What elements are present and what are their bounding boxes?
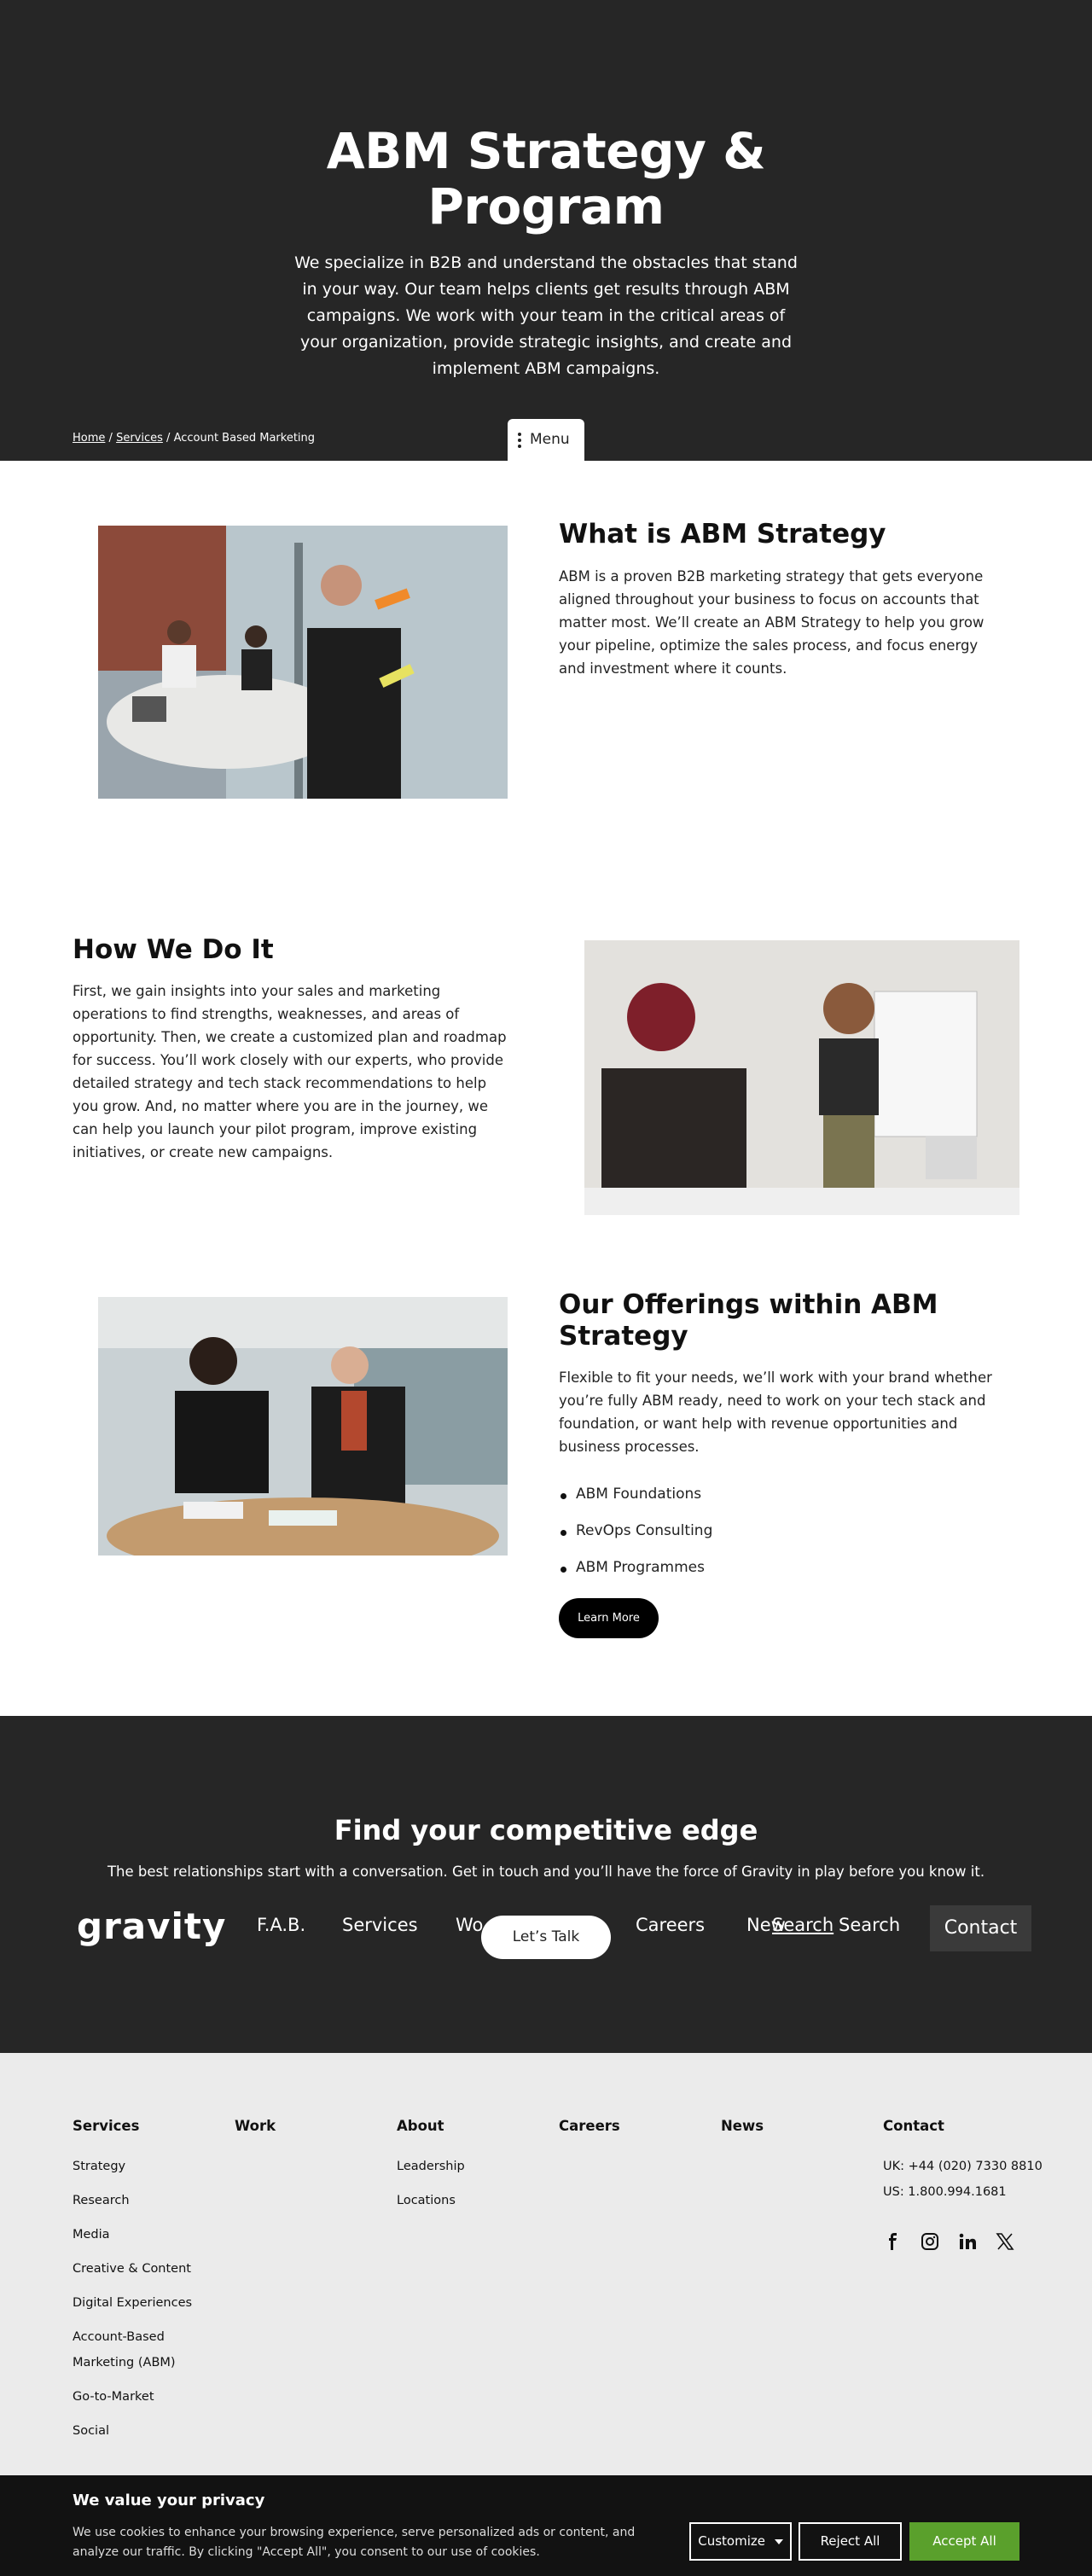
team-celebration-photo [98,1297,508,1555]
footer-heading[interactable]: Work [235,2118,276,2134]
phone-uk[interactable]: UK: +44 (020) 7330 8810 [883,2154,1071,2179]
menu-button[interactable]: Menu [508,419,584,461]
footer-heading[interactable]: About [397,2118,465,2134]
footer-link[interactable]: Digital Experiences [73,2290,218,2316]
breadcrumb-services-link[interactable]: Services [116,432,163,445]
offerings-heading: Our Offerings within ABM Strategy [559,1289,938,1352]
footer-about-column: About Leadership Locations [397,2118,465,2222]
nav-search[interactable]: Search [839,1915,900,1935]
footer-link[interactable]: Media [73,2222,218,2247]
footer-heading: Contact [883,2118,944,2134]
cta-section: Find your competitive edge The best rela… [0,1716,1092,2053]
nav-work[interactable]: Wo [456,1915,483,1935]
breadcrumb-home-link[interactable]: Home [73,432,105,445]
footer-careers-column: Careers [559,2118,620,2154]
cta-text: The best relationships start with a conv… [107,1864,985,1880]
footer-link[interactable]: Go-to-Market [73,2384,218,2410]
footer-link[interactable]: Creative & Content [73,2256,218,2282]
footer-link[interactable]: Leadership [397,2154,465,2179]
office-meeting-photo [98,526,508,799]
page-title: ABM Strategy & Program [326,122,766,236]
hero-section: ABM Strategy & Program We specialize in … [0,0,1092,461]
breadcrumb: Home / Services / Account Based Marketin… [73,432,315,445]
menu-label: Menu [530,431,570,448]
gravity-logo[interactable]: gravity [77,1905,226,1947]
list-item: ABM Foundations [559,1486,712,1522]
footer-link[interactable]: Account-Based Marketing (ABM) [73,2324,218,2375]
cta-heading: Find your competitive edge [334,1814,758,1846]
caret-down-icon [774,2538,783,2544]
phone-us[interactable]: US: 1.800.994.1681 [883,2179,1071,2205]
footer-heading[interactable]: News [721,2118,764,2134]
footer-link[interactable]: Social [73,2418,218,2444]
x-icon[interactable] [996,2232,1014,2251]
footer-link[interactable]: Research [73,2188,218,2213]
how-body: First, we gain insights into your sales … [73,983,507,1160]
kebab-icon [518,433,521,451]
footer-news-column: News [721,2118,764,2154]
footer-work-column: Work [235,2118,276,2154]
whiteboard-presentation-photo [584,940,1019,1215]
how-heading: How We Do It [73,934,274,965]
offerings-body: Flexible to fit your needs, we’ll work w… [559,1369,992,1455]
list-item: RevOps Consulting [559,1522,712,1559]
accept-all-button[interactable]: Accept All [909,2522,1019,2561]
breadcrumb-current: Account Based Marketing [173,432,316,445]
customize-label: Customize [698,2533,765,2549]
what-body: ABM is a proven B2B marketing strategy t… [559,568,985,677]
nav-careers[interactable]: Careers [636,1915,705,1935]
learn-more-button[interactable]: Learn More [559,1598,659,1638]
breadcrumb-separator: / [166,432,171,445]
facebook-icon[interactable] [883,2232,902,2251]
cookie-title: We value your privacy [73,2492,265,2509]
instagram-icon[interactable] [921,2232,939,2251]
footer-link[interactable]: Locations [397,2188,465,2213]
search-input[interactable]: Search [772,1915,834,1935]
contact-button[interactable]: Contact [930,1905,1031,1951]
breadcrumb-separator: / [108,432,113,445]
social-links [883,2232,1029,2251]
linkedin-icon[interactable] [958,2232,977,2251]
footer-link[interactable]: Strategy [73,2154,218,2179]
footer-services-column: Services Strategy Research Media Creativ… [73,2118,218,2452]
nav-fab[interactable]: F.A.B. [257,1915,305,1935]
cookie-text: We use cookies to enhance your browsing … [73,2526,636,2559]
hero-intro: We specialize in B2B and understand the … [294,253,798,378]
footer-heading[interactable]: Careers [559,2118,620,2134]
what-heading: What is ABM Strategy [559,519,886,550]
list-item: ABM Programmes [559,1559,712,1596]
nav-services[interactable]: Services [342,1915,418,1935]
reject-all-button[interactable]: Reject All [799,2522,902,2561]
footer-contact-column: Contact UK: +44 (020) 7330 8810 US: 1.80… [883,2118,1071,2213]
site-footer: Services Strategy Research Media Creativ… [0,2053,1092,2475]
lets-talk-button[interactable]: Let’s Talk [481,1916,611,1959]
cookie-banner: We value your privacy We use cookies to … [0,2475,1092,2576]
offerings-list: ABM Foundations RevOps Consulting ABM Pr… [559,1486,712,1596]
customize-button[interactable]: Customize [689,2522,792,2561]
footer-heading: Services [73,2118,140,2134]
